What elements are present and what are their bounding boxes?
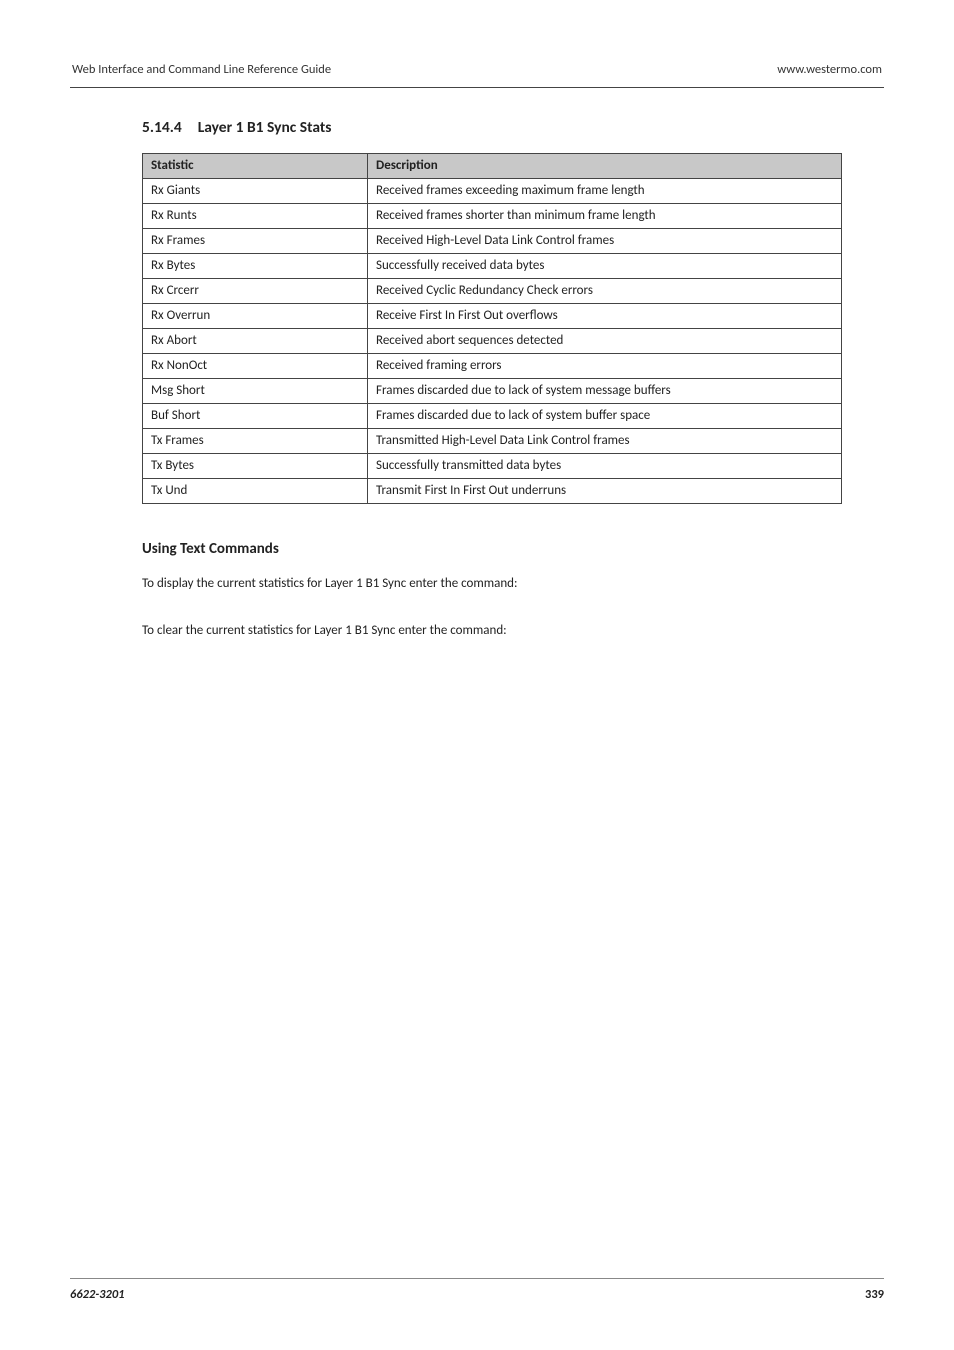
cell-desc: Frames discarded due to lack of system m… (368, 379, 842, 404)
table-header-row: Statistic Description (143, 154, 842, 179)
table-row: Rx CrcerrReceived Cyclic Redundancy Chec… (143, 279, 842, 304)
subsection-title: Using Text Commands (142, 540, 884, 558)
cell-desc: Frames discarded due to lack of system b… (368, 404, 842, 429)
cell-desc: Receive First In First Out overflows (368, 304, 842, 329)
cell-stat: Tx Und (143, 479, 368, 504)
cell-desc: Received frames shorter than minimum fra… (368, 204, 842, 229)
table-row: Rx FramesReceived High-Level Data Link C… (143, 229, 842, 254)
table-row: Tx BytesSuccessfully transmitted data by… (143, 454, 842, 479)
cell-desc: Successfully received data bytes (368, 254, 842, 279)
cell-stat: Buf Short (143, 404, 368, 429)
cell-stat: Rx Runts (143, 204, 368, 229)
footer-page-number: 339 (865, 1287, 884, 1302)
col-header-statistic: Statistic (143, 154, 368, 179)
table-row: Rx OverrunReceive First In First Out ove… (143, 304, 842, 329)
cell-desc: Received frames exceeding maximum frame … (368, 179, 842, 204)
header-right: www.westermo.com (777, 62, 882, 77)
table-row: Rx BytesSuccessfully received data bytes (143, 254, 842, 279)
table-row: Buf ShortFrames discarded due to lack of… (143, 404, 842, 429)
table-row: Tx FramesTransmitted High-Level Data Lin… (143, 429, 842, 454)
cell-desc: Transmitted High-Level Data Link Control… (368, 429, 842, 454)
table-row: Rx GiantsReceived frames exceeding maxim… (143, 179, 842, 204)
section-name: Layer 1 B1 Sync Stats (198, 118, 332, 137)
footer-rule (70, 1278, 884, 1279)
cell-desc: Received abort sequences detected (368, 329, 842, 354)
cell-stat: Rx Crcerr (143, 279, 368, 304)
cell-stat: Rx Abort (143, 329, 368, 354)
cell-stat: Rx Frames (143, 229, 368, 254)
cell-stat: Rx Giants (143, 179, 368, 204)
table-row: Tx UndTransmit First In First Out underr… (143, 479, 842, 504)
paragraph-1: To display the current statistics for La… (142, 576, 884, 591)
footer-doc-id: 6622-3201 (70, 1287, 125, 1302)
table-row: Rx RuntsReceived frames shorter than min… (143, 204, 842, 229)
cell-stat: Rx Overrun (143, 304, 368, 329)
cell-stat: Tx Frames (143, 429, 368, 454)
header-left: Web Interface and Command Line Reference… (72, 62, 331, 77)
cell-desc: Successfully transmitted data bytes (368, 454, 842, 479)
paragraph-2: To clear the current statistics for Laye… (142, 623, 884, 638)
table-row: Rx AbortReceived abort sequences detecte… (143, 329, 842, 354)
section-title: 5.14.4 Layer 1 B1 Sync Stats (142, 118, 884, 137)
cell-desc: Received High-Level Data Link Control fr… (368, 229, 842, 254)
section-number: 5.14.4 (142, 118, 182, 137)
cell-stat: Rx NonOct (143, 354, 368, 379)
cell-desc: Received framing errors (368, 354, 842, 379)
cell-stat: Msg Short (143, 379, 368, 404)
cell-desc: Transmit First In First Out underruns (368, 479, 842, 504)
stats-table: Statistic Description Rx GiantsReceived … (142, 153, 842, 504)
cell-desc: Received Cyclic Redundancy Check errors (368, 279, 842, 304)
col-header-description: Description (368, 154, 842, 179)
cell-stat: Tx Bytes (143, 454, 368, 479)
table-row: Rx NonOctReceived framing errors (143, 354, 842, 379)
page-footer: 6622-3201 339 (70, 1278, 884, 1302)
table-row: Msg ShortFrames discarded due to lack of… (143, 379, 842, 404)
cell-stat: Rx Bytes (143, 254, 368, 279)
